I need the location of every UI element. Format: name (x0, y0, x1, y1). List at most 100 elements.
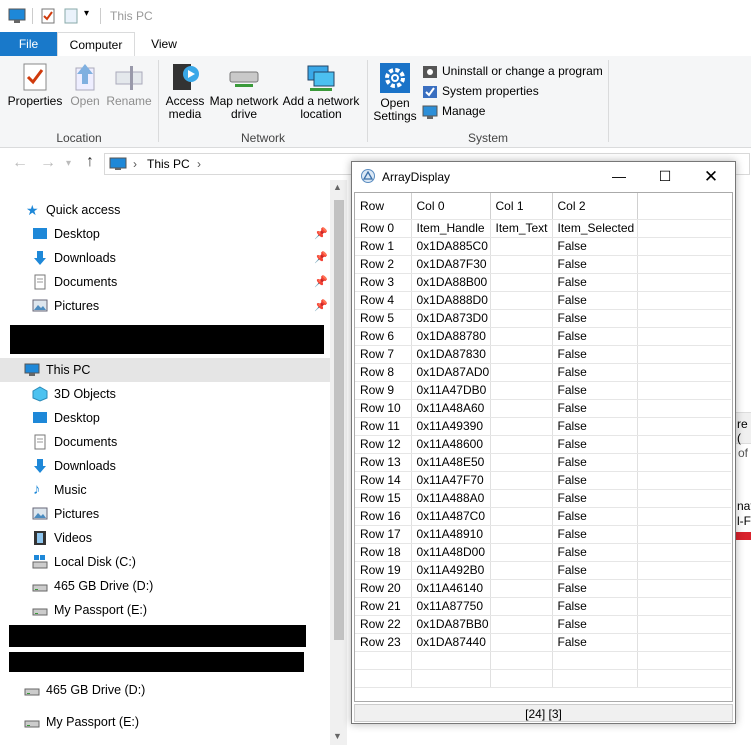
table-cell[interactable]: Item_Handle (411, 219, 491, 238)
open-settings-button[interactable]: Open Settings (372, 62, 418, 123)
table-cell[interactable] (490, 615, 553, 634)
uninstall-button[interactable]: Uninstall or change a program (422, 61, 603, 81)
nav-quick-pictures[interactable]: Pictures 📌 (0, 294, 330, 318)
breadcrumb-chevron-icon[interactable]: › (197, 157, 201, 171)
table-cell[interactable]: False (552, 291, 638, 310)
minimize-icon[interactable]: — (596, 162, 642, 191)
table-row[interactable]: Row 22 0x1DA87BB0 False (355, 615, 731, 634)
table-row[interactable]: Row 3 0x1DA88B00 False (355, 273, 731, 292)
scroll-up-icon[interactable]: ▲ (333, 182, 342, 192)
table-cell[interactable] (411, 669, 491, 688)
table-cell[interactable] (637, 399, 731, 418)
table-row[interactable]: Row 5 0x1DA873D0 False (355, 309, 731, 328)
table-row[interactable]: Row 12 0x11A48600 False (355, 435, 731, 454)
row-label-cell[interactable]: Row 1 (355, 237, 412, 256)
table-cell[interactable]: False (552, 327, 638, 346)
system-properties-button[interactable]: System properties (422, 81, 603, 101)
nav-quick-access[interactable]: ★ Quick access (0, 198, 330, 222)
table-cell[interactable] (637, 273, 731, 292)
nav-documents[interactable]: Documents (0, 430, 330, 454)
table-cell[interactable] (637, 381, 731, 400)
breadcrumb-separator-icon[interactable]: › (133, 157, 137, 171)
new-folder-quick-icon[interactable] (64, 8, 78, 24)
nav-this-pc[interactable]: This PC (0, 358, 330, 382)
table-cell[interactable] (490, 489, 553, 508)
table-cell[interactable] (490, 525, 553, 544)
table-cell[interactable]: False (552, 255, 638, 274)
table-row[interactable]: Row 13 0x11A48E50 False (355, 453, 731, 472)
nav-music[interactable]: ♪ Music (0, 478, 330, 502)
table-cell[interactable] (637, 561, 731, 580)
table-cell[interactable]: 0x11A48A60 (411, 399, 491, 418)
table-cell[interactable]: 0x11A47DB0 (411, 381, 491, 400)
table-row[interactable]: Row 21 0x11A87750 False (355, 597, 731, 616)
table-row[interactable]: Row 19 0x11A492B0 False (355, 561, 731, 580)
row-label-cell[interactable]: Row 17 (355, 525, 412, 544)
breadcrumb-this-pc[interactable]: This PC (147, 157, 190, 171)
table-cell[interactable] (637, 417, 731, 436)
quick-access-dropdown-icon[interactable]: ▾ (84, 8, 89, 19)
forward-arrow-icon[interactable]: → (40, 154, 56, 172)
header-col-2[interactable]: Col 2 (552, 193, 638, 220)
table-cell[interactable]: 0x1DA888D0 (411, 291, 491, 310)
properties-button[interactable]: Properties (6, 62, 64, 108)
row-label-cell[interactable]: Row 13 (355, 453, 412, 472)
table-cell[interactable] (637, 651, 731, 670)
table-cell[interactable] (637, 615, 731, 634)
table-cell[interactable] (490, 543, 553, 562)
nav-local-disk-c[interactable]: Local Disk (C:) (0, 550, 330, 574)
table-row[interactable] (355, 651, 731, 670)
table-row[interactable]: Row 11 0x11A49390 False (355, 417, 731, 436)
row-label-cell[interactable] (355, 669, 412, 688)
table-cell[interactable] (490, 471, 553, 490)
table-row[interactable]: Row 4 0x1DA888D0 False (355, 291, 731, 310)
table-cell[interactable]: False (552, 435, 638, 454)
table-cell[interactable] (637, 291, 731, 310)
back-arrow-icon[interactable]: ← (12, 154, 28, 172)
nav-quick-desktop[interactable]: Desktop 📌 (0, 222, 330, 246)
header-col-0[interactable]: Col 0 (411, 193, 491, 220)
table-cell[interactable]: 0x11A488A0 (411, 489, 491, 508)
table-cell[interactable] (637, 219, 731, 238)
row-label-cell[interactable]: Row 16 (355, 507, 412, 526)
close-icon[interactable]: ✕ (688, 162, 734, 191)
table-cell[interactable]: False (552, 597, 638, 616)
nav-passport-e[interactable]: My Passport (E:) (0, 598, 330, 622)
table-cell[interactable] (637, 255, 731, 274)
table-cell[interactable] (490, 435, 553, 454)
table-cell[interactable]: False (552, 525, 638, 544)
table-cell[interactable]: 0x11A87750 (411, 597, 491, 616)
table-cell[interactable]: False (552, 507, 638, 526)
table-cell[interactable] (637, 237, 731, 256)
table-cell[interactable] (552, 651, 638, 670)
table-row[interactable]: Row 20 0x11A46140 False (355, 579, 731, 598)
row-label-cell[interactable]: Row 5 (355, 309, 412, 328)
properties-quick-icon[interactable] (41, 8, 55, 24)
table-cell[interactable]: 0x11A48910 (411, 525, 491, 544)
table-cell[interactable] (490, 597, 553, 616)
row-label-cell[interactable]: Row 20 (355, 579, 412, 598)
table-cell[interactable]: 0x1DA873D0 (411, 309, 491, 328)
table-cell[interactable] (490, 633, 553, 652)
row-label-cell[interactable] (355, 651, 412, 670)
nav-drive-d-extra[interactable]: 465 GB Drive (D:) (0, 678, 330, 702)
open-button[interactable]: Open (66, 62, 104, 108)
table-cell[interactable] (490, 651, 553, 670)
array-grid[interactable]: Row Col 0 Col 1 Col 2 Row 0 Item_Handle It… (354, 192, 733, 702)
table-cell[interactable] (490, 345, 553, 364)
row-label-cell[interactable]: Row 0 (355, 219, 412, 238)
row-label-cell[interactable]: Row 14 (355, 471, 412, 490)
table-row[interactable]: Row 18 0x11A48D00 False (355, 543, 731, 562)
table-cell[interactable]: 0x11A48600 (411, 435, 491, 454)
table-cell[interactable]: 0x1DA87BB0 (411, 615, 491, 634)
row-label-cell[interactable]: Row 8 (355, 363, 412, 382)
nav-drive-d[interactable]: 465 GB Drive (D:) (0, 574, 330, 598)
header-col-1[interactable]: Col 1 (490, 193, 553, 220)
nav-passport-e-extra[interactable]: My Passport (E:) (0, 710, 330, 734)
table-cell[interactable] (637, 345, 731, 364)
table-cell[interactable]: False (552, 453, 638, 472)
row-label-cell[interactable]: Row 7 (355, 345, 412, 364)
row-label-cell[interactable]: Row 15 (355, 489, 412, 508)
table-cell[interactable] (637, 309, 731, 328)
table-cell[interactable] (637, 453, 731, 472)
